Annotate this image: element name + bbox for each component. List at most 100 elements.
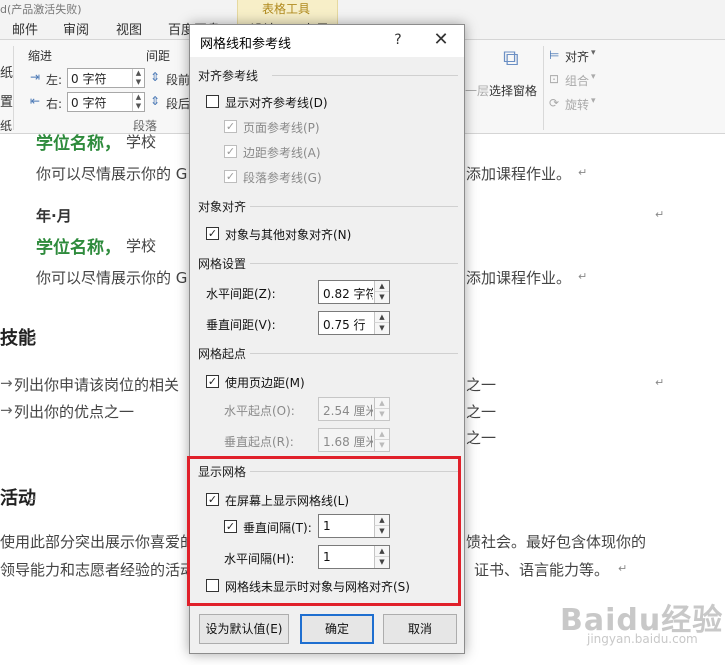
vertical-every-input[interactable]: 1 ▲ ▼ [318,514,390,538]
section-divider [250,471,458,472]
section-divider [250,263,458,264]
horizontal-origin-input: 2.54 厘米 ▲ ▼ [318,397,390,421]
ribbon-left-fragment-3: 纸 [0,119,13,133]
checkbox-unchecked-icon[interactable] [206,95,219,108]
show-grid-section-title: 显示网格 [198,465,247,479]
spin-down-icon: ▼ [374,409,389,420]
indent-group-title: 缩进 [28,49,53,63]
school-2: 学校 [126,237,157,255]
spacing-after-label: 段后 [166,97,191,111]
group-icon: ⊡ [549,72,560,86]
indent-right-icon: ⇤ [30,94,41,108]
section-divider [272,75,458,76]
spacing-group-title: 间距 [146,49,171,63]
indent-right-spinner-icon[interactable]: ▲ ▼ [132,93,144,111]
paragraph-mark-icon: ↵ [28,493,38,506]
dialog-title: 网格线和参考线 [200,37,292,52]
close-icon[interactable]: ✕ [428,29,454,51]
rotate-icon: ⟳ [549,96,560,110]
selection-pane-button[interactable]: 选择窗格 [489,82,537,99]
spin-up-icon: ▲ [374,429,389,440]
ribbon-separator [13,46,14,130]
rotate-button: 旋转 [565,98,590,112]
bullet-1-left: 列出你申请该岗位的相关 [14,376,180,394]
vertical-spacing-input[interactable]: 0.75 行 ▲ ▼ [318,311,390,335]
checkbox-checked-icon[interactable]: ✓ [206,493,219,506]
ribbon-left-fragment-1: 纸 [0,66,14,81]
indent-right-input[interactable]: 0 字符 ▲ ▼ [67,92,145,112]
checkbox-checked-icon: ✓ [224,120,237,133]
spin-down-icon[interactable]: ▼ [374,323,389,334]
spin-down-icon: ▼ [374,440,389,451]
spin-up-icon[interactable]: ▲ [374,281,389,292]
description-1-left: 你可以尽情展示你的 G [36,165,188,183]
activities-paragraph-line-2-right: 证书、语言能力等。 [474,561,610,579]
tab-mailings[interactable]: 邮件 [12,19,38,38]
send-backward-fragment[interactable]: 一层 [465,82,489,99]
vertical-origin-label: 垂直起点(R): [224,435,294,449]
description-2-right: 添加课程作业。 [466,269,572,287]
spin-up-icon[interactable]: ▲ [374,546,389,557]
checkbox-checked-icon: ✓ [224,170,237,183]
spin-up-icon[interactable]: ▲ [374,515,389,526]
grid-origin-section-title: 网格起点 [198,347,247,361]
spin-up-icon: ▲ [374,398,389,409]
spacing-after-icon: ⇕ [150,94,161,108]
watermark-url: jingyan.baidu.com [587,632,698,646]
paragraph-mark-icon: ↵ [578,270,588,283]
bullet-arrow-icon: → [0,374,13,392]
bullet-arrow-icon: → [0,401,13,419]
horizontal-spacing-input[interactable]: 0.82 字符 ▲ ▼ [318,280,390,304]
gridlines-and-guides-dialog: 网格线和参考线 ? ✕ 对齐参考线 显示对齐参考线(D) ✓ 页面参考线(P) … [189,24,465,654]
horizontal-spacing-label: 水平间距(Z): [206,287,276,301]
indent-left-spinner-icon[interactable]: ▲ ▼ [132,69,144,87]
indent-left-input[interactable]: 0 字符 ▲ ▼ [67,68,145,88]
paragraph-mark-icon: ↵ [28,333,38,346]
vertical-origin-input: 1.68 厘米 ▲ ▼ [318,428,390,452]
set-as-default-button[interactable]: 设为默认值(E) [199,614,289,644]
selection-pane-icon[interactable]: ⧉ [503,46,519,71]
section-divider [250,206,458,207]
rotate-dropdown-icon: ▾ [591,96,596,106]
spin-down-icon[interactable]: ▼ [374,526,389,537]
cancel-button[interactable]: 取消 [383,614,457,644]
align-icon[interactable]: ⊨ [549,48,559,62]
spin-up-icon[interactable]: ▲ [374,312,389,323]
date-line: 年·月 [36,207,72,225]
spin-down-icon[interactable]: ▼ [374,557,389,568]
group-button: 组合 [565,74,590,88]
checkbox-unchecked-icon[interactable] [206,579,219,592]
indent-left-label: 左: [46,73,63,87]
horizontal-every-label: 水平间隔(H): [224,552,295,566]
table-tools-label: 表格工具 [262,2,311,16]
spacing-before-label: 段前 [166,73,191,87]
section-divider [250,353,458,354]
description-2-left: 你可以尽情展示你的 G [36,269,188,287]
vertical-spacing-label: 垂直间距(V): [206,318,276,332]
activities-paragraph-line-1-left: 使用此部分突出展示你喜爱的 [0,533,196,551]
degree-name-2: 学位名称， [36,238,121,258]
help-icon[interactable]: ? [388,30,408,50]
ribbon-separator-2 [543,46,544,130]
ribbon-left-fragment-2: 置 [0,95,14,110]
checkbox-checked-icon[interactable]: ✓ [206,375,219,388]
window-title-fragment: d(产品激活失败) [0,3,82,16]
align-dropdown-icon[interactable]: ▾ [591,48,596,58]
tab-view[interactable]: 视图 [116,19,142,38]
dialog-body: 对齐参考线 显示对齐参考线(D) ✓ 页面参考线(P) ✓ 边距参考线(A) ✓… [190,57,464,653]
bullet-1-right: 之一 [466,376,497,394]
dialog-titlebar[interactable]: 网格线和参考线 ? ✕ [190,25,464,57]
group-dropdown-icon: ▾ [591,72,596,82]
horizontal-every-input[interactable]: 1 ▲ ▼ [318,545,390,569]
spin-down-icon[interactable]: ▼ [374,292,389,303]
checkbox-checked-icon[interactable]: ✓ [206,227,219,240]
ok-button[interactable]: 确定 [300,614,374,644]
tab-review[interactable]: 审阅 [63,19,89,38]
checkbox-checked-icon[interactable]: ✓ [224,520,237,533]
activities-paragraph-line-1-right: 馈社会。最好包含体现你的 [466,533,647,551]
school-1: 学校 [126,133,157,151]
horizontal-origin-label: 水平起点(O): [224,404,295,418]
spacing-before-icon: ⇕ [150,70,161,84]
checkbox-checked-icon: ✓ [224,145,237,158]
align-button[interactable]: 对齐 [565,48,589,65]
